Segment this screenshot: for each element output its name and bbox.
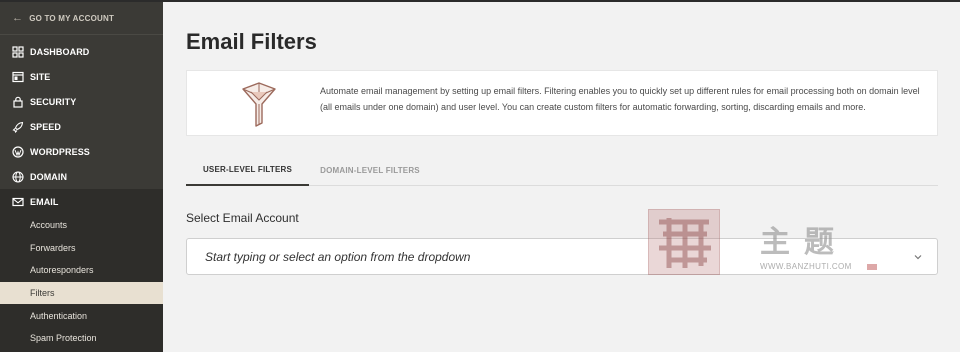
sidebar-item-label: SECURITY bbox=[30, 96, 77, 107]
watermark-seal bbox=[648, 209, 720, 275]
dashboard-icon bbox=[12, 45, 24, 58]
sidebar-item-security[interactable]: SECURITY bbox=[0, 89, 163, 114]
page-title: Email Filters bbox=[186, 29, 317, 54]
mail-icon bbox=[12, 196, 24, 208]
info-description: Automate email management by setting up … bbox=[320, 86, 920, 112]
sidebar-item-wordpress[interactable]: WORDPRESS bbox=[0, 139, 163, 164]
watermark: 主题 WWW.BANZHUTI.COM bbox=[648, 209, 880, 279]
sidebar-subitem-spam-protection[interactable]: Spam Protection bbox=[0, 327, 163, 350]
go-to-account-label: GO TO MY ACCOUNT bbox=[29, 13, 115, 23]
sidebar-item-label: SITE bbox=[30, 71, 51, 82]
lock-icon bbox=[12, 96, 24, 108]
sidebar-item-label: EMAIL bbox=[30, 196, 59, 207]
rocket-icon bbox=[12, 121, 24, 133]
sidebar-subitem-autoresponders[interactable]: Autoresponders bbox=[0, 259, 163, 282]
watermark-text: 主题 bbox=[760, 225, 848, 260]
sidebar-item-site[interactable]: SITE bbox=[0, 64, 163, 89]
sidebar-item-label: WORDPRESS bbox=[30, 146, 90, 157]
tab-domain-level-filters[interactable]: DOMAIN-LEVEL FILTERS bbox=[309, 154, 431, 186]
globe-icon bbox=[12, 170, 24, 183]
sidebar-item-domain[interactable]: DOMAIN bbox=[0, 164, 163, 189]
site-icon bbox=[12, 71, 24, 83]
tab-user-level-filters[interactable]: USER-LEVEL FILTERS bbox=[186, 154, 309, 186]
sidebar-item-label: DASHBOARD bbox=[30, 46, 90, 57]
go-to-account-link[interactable]: ← GO TO MY ACCOUNT bbox=[0, 2, 163, 35]
sidebar-subitem-accounts[interactable]: Accounts bbox=[0, 214, 163, 237]
chevron-down-icon[interactable] bbox=[913, 252, 923, 262]
email-nav-group: EMAIL Accounts Forwarders Autoresponders… bbox=[0, 189, 163, 352]
watermark-url: WWW.BANZHUTI.COM bbox=[760, 262, 852, 271]
sidebar-item-label: SPEED bbox=[30, 121, 62, 132]
funnel-illustration-icon bbox=[242, 82, 276, 127]
wordpress-icon bbox=[12, 145, 24, 158]
sidebar-item-label: DOMAIN bbox=[30, 171, 68, 182]
info-card: Automate email management by setting up … bbox=[186, 70, 938, 136]
dropdown-placeholder: Start typing or select an option from th… bbox=[205, 250, 471, 264]
filter-tabs: USER-LEVEL FILTERS DOMAIN-LEVEL FILTERS bbox=[186, 154, 938, 186]
select-email-account-label: Select Email Account bbox=[186, 211, 299, 225]
sidebar-item-speed[interactable]: SPEED bbox=[0, 114, 163, 139]
main-content: Email Filters Automate email management … bbox=[163, 2, 960, 352]
sidebar-subitem-authentication[interactable]: Authentication bbox=[0, 304, 163, 327]
sidebar-subitem-forwarders[interactable]: Forwarders bbox=[0, 237, 163, 260]
watermark-flag bbox=[867, 264, 877, 270]
sidebar: ← GO TO MY ACCOUNT DASHBOARD SITE SECURI… bbox=[0, 2, 163, 352]
sidebar-subitem-filters[interactable]: Filters bbox=[0, 281, 163, 305]
sidebar-item-dashboard[interactable]: DASHBOARD bbox=[0, 39, 163, 64]
sidebar-item-email[interactable]: EMAIL bbox=[0, 189, 163, 214]
arrow-left-icon: ← bbox=[12, 12, 24, 24]
